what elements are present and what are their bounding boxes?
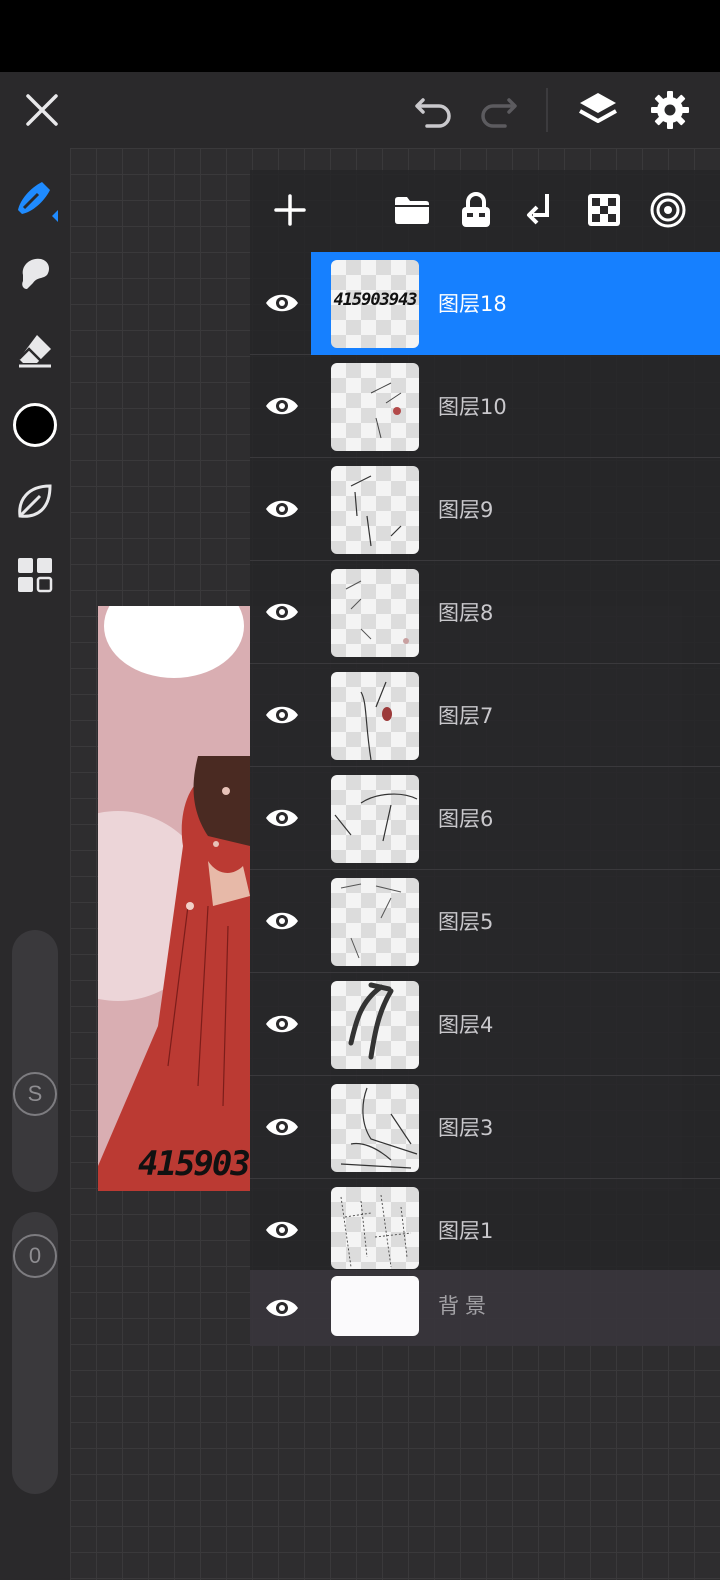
layer-row[interactable]: 图层8 xyxy=(250,561,720,664)
layer-thumbnail xyxy=(331,466,419,554)
brush-icon[interactable] xyxy=(10,174,60,224)
folder-icon[interactable] xyxy=(388,186,436,234)
opacity-slider-badge: 0 xyxy=(13,1234,57,1278)
layer-row[interactable]: 415903943 图层18 xyxy=(250,252,720,355)
layer-thumbnail xyxy=(331,363,419,451)
layer-row[interactable]: 图层5 xyxy=(250,870,720,973)
background-layer-row[interactable]: 背景 xyxy=(250,1270,720,1346)
layer-row[interactable]: 图层9 xyxy=(250,458,720,561)
layer-name: 图层4 xyxy=(438,1013,494,1037)
layer-name: 图层10 xyxy=(438,395,507,419)
eye-icon[interactable] xyxy=(260,281,304,325)
eye-icon[interactable] xyxy=(260,1286,304,1330)
status-bar xyxy=(0,0,720,72)
brush-size-slider[interactable] xyxy=(12,930,58,1192)
layer-name: 图层3 xyxy=(438,1116,494,1140)
background-thumbnail xyxy=(331,1276,419,1336)
artwork-overlay-text: 415903 xyxy=(138,1144,250,1184)
close-icon[interactable] xyxy=(18,86,66,134)
eye-icon[interactable] xyxy=(260,1208,304,1252)
grid-icon[interactable] xyxy=(10,550,60,600)
left-toolbar: S 0 xyxy=(0,148,70,1580)
layer-thumbnail xyxy=(331,981,419,1069)
layer-row[interactable]: 图层1 xyxy=(250,1179,720,1269)
layer-thumbnail xyxy=(331,775,419,863)
add-icon[interactable] xyxy=(266,186,314,234)
layer-thumbnail xyxy=(331,878,419,966)
layer-name: 图层18 xyxy=(438,292,507,316)
top-toolbar xyxy=(0,72,720,148)
layer-name: 图层5 xyxy=(438,910,494,934)
layer-name: 图层1 xyxy=(438,1219,494,1243)
eraser-icon[interactable] xyxy=(10,324,60,374)
size-slider-badge: S xyxy=(13,1072,57,1116)
layers-icon[interactable] xyxy=(574,86,622,134)
layer-name: 图层7 xyxy=(438,704,494,728)
eye-icon[interactable] xyxy=(260,1002,304,1046)
layer-row[interactable]: 图层7 xyxy=(250,664,720,767)
layers-panel: 415903943 图层18 图层10 图层9 图层8 图层7 图层6 图层5 … xyxy=(250,170,720,1346)
layers-panel-actions xyxy=(250,170,720,252)
gear-icon[interactable] xyxy=(646,86,694,134)
eye-icon[interactable] xyxy=(260,384,304,428)
color-swatch[interactable] xyxy=(10,400,60,450)
eye-icon[interactable] xyxy=(260,796,304,840)
layer-row[interactable]: 图层10 xyxy=(250,355,720,458)
lock-icon[interactable] xyxy=(452,186,500,234)
layer-name: 图层6 xyxy=(438,807,494,831)
checkerboard-icon[interactable] xyxy=(580,186,628,234)
eye-icon[interactable] xyxy=(260,899,304,943)
eye-icon[interactable] xyxy=(260,1105,304,1149)
thumbnail-text: 415903943 xyxy=(333,290,417,310)
divider xyxy=(546,88,548,132)
layer-thumbnail xyxy=(331,672,419,760)
layer-name: 背景 xyxy=(438,1294,492,1318)
layer-thumbnail xyxy=(331,1084,419,1172)
layer-row[interactable]: 图层3 xyxy=(250,1076,720,1179)
layer-thumbnail xyxy=(331,569,419,657)
target-icon[interactable] xyxy=(644,186,692,234)
merge-down-icon[interactable] xyxy=(516,186,564,234)
eye-icon[interactable] xyxy=(260,693,304,737)
layer-thumbnail: 415903943 xyxy=(331,260,419,348)
layer-thumbnail xyxy=(331,1187,419,1269)
undo-icon[interactable] xyxy=(410,86,458,134)
eye-icon[interactable] xyxy=(260,590,304,634)
layer-name: 图层8 xyxy=(438,601,494,625)
eye-icon[interactable] xyxy=(260,487,304,531)
redo-icon[interactable] xyxy=(474,86,522,134)
layer-row[interactable]: 图层6 xyxy=(250,767,720,870)
artwork-canvas[interactable]: 415903 xyxy=(98,606,250,1191)
smudge-icon[interactable] xyxy=(10,248,60,298)
layer-name: 图层9 xyxy=(438,498,494,522)
leaf-icon[interactable] xyxy=(10,476,60,526)
layer-row[interactable]: 图层4 xyxy=(250,973,720,1076)
